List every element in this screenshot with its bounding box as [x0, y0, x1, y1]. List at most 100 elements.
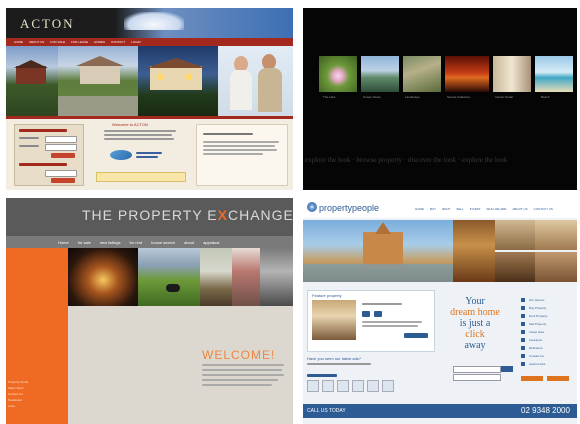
- pp-side-3[interactable]: Rent Property: [529, 314, 548, 318]
- pp-side-8[interactable]: Contact Us: [529, 354, 544, 358]
- pp-search-select-2[interactable]: [453, 374, 501, 381]
- thumb-landscape[interactable]: [403, 56, 441, 92]
- pp-footer: CALL US TODAY 02 9348 2000: [303, 404, 577, 418]
- pp-side-2[interactable]: Buy Property: [529, 306, 546, 310]
- pp-nav-buy[interactable]: BUY: [430, 207, 436, 211]
- pp-search-select-1[interactable]: [453, 366, 501, 373]
- exchange-title-prefix: THE PROPERTY E: [82, 207, 218, 223]
- exchange-side-link-4[interactable]: Newsletter: [8, 398, 22, 402]
- thumb-lake[interactable]: [361, 56, 399, 92]
- pp-hero-building: [303, 220, 453, 282]
- exchange-nav-about[interactable]: about: [184, 240, 194, 245]
- exchange-nav-new[interactable]: new listings: [100, 240, 121, 245]
- gallery-website-screenshot: The Lake Ocean Views Landscape Sunset Co…: [303, 8, 577, 190]
- acton-search-button[interactable]: [51, 153, 75, 158]
- acton-logo: ACTON: [20, 16, 75, 31]
- blossom-photo: [232, 248, 260, 306]
- pp-side-badge-1[interactable]: [521, 376, 543, 381]
- pp-hero-tower: [453, 220, 495, 282]
- pp-side-4[interactable]: Sell Property: [529, 322, 546, 326]
- acton-nav-homes[interactable]: HOMES: [94, 40, 105, 44]
- exchange-photo-strip: [68, 248, 293, 306]
- house-photo-3: [138, 46, 218, 116]
- pp-search-button[interactable]: [501, 366, 513, 372]
- exchange-side-link-1[interactable]: Property Guide: [8, 380, 28, 384]
- exchange-nav-home[interactable]: Home: [58, 240, 69, 245]
- couple-photo: [218, 46, 293, 116]
- pp-side-6[interactable]: Insurance: [529, 338, 542, 342]
- caption-2: Ocean Views: [363, 95, 381, 99]
- street-photo: [260, 248, 293, 306]
- pp-nav-about[interactable]: ABOUT US: [512, 207, 527, 211]
- house-photo-2: [58, 46, 138, 116]
- gallery-footer-text: explore the look · browse property · dis…: [305, 156, 508, 164]
- exchange-side-link-5[interactable]: Links: [8, 404, 15, 408]
- pp-stat-row: [307, 380, 403, 392]
- exchange-nav-appraisal[interactable]: appraisal: [203, 240, 219, 245]
- pp-nav-who[interactable]: WHO WE ARE: [487, 207, 507, 211]
- exchange-nav-search[interactable]: house search: [151, 240, 175, 245]
- pp-tagline-5: away: [464, 340, 486, 351]
- exchange-sidebar: Property Guide Sales Team Contact Us New…: [6, 248, 68, 424]
- caption-5: Interior Detail: [495, 95, 513, 99]
- acton-select-3[interactable]: [45, 170, 77, 177]
- pp-tagline-3: is just a: [459, 318, 491, 329]
- pp-nav: HOME BUY RENT SELL INVEST WHO WE ARE ABO…: [415, 207, 553, 211]
- pp-feature-photo[interactable]: [312, 300, 356, 340]
- acton-search-button-2[interactable]: [51, 178, 75, 183]
- pp-hero-room-4: [535, 252, 577, 282]
- exchange-nav-rent[interactable]: for rent: [129, 240, 142, 245]
- thumb-interior[interactable]: [493, 56, 531, 92]
- exchange-title-x: X: [217, 207, 228, 223]
- acton-select-2[interactable]: [45, 144, 77, 151]
- exchange-side-link-3[interactable]: Contact Us: [8, 392, 23, 396]
- pp-feature-more-button[interactable]: [404, 333, 428, 338]
- sky-cloud: [124, 12, 184, 30]
- acton-nav-sale[interactable]: FOR SALE: [50, 40, 65, 44]
- house-photo-1: [6, 46, 58, 116]
- thumb-flower[interactable]: [319, 56, 357, 92]
- pp-tagline-2: dream home: [450, 307, 500, 318]
- caption-3: Landscape: [405, 95, 420, 99]
- acton-nav-about[interactable]: ABOUT US: [29, 40, 44, 44]
- acton-search-box: [14, 124, 84, 186]
- thumb-beach[interactable]: [535, 56, 573, 92]
- pp-nav-sell[interactable]: SELL: [456, 207, 463, 211]
- pp-side-7[interactable]: Refinance: [529, 346, 543, 350]
- pp-tagline-4: click: [465, 329, 485, 340]
- acton-nav-contact[interactable]: CONTACT: [111, 40, 125, 44]
- exchange-nav-sale[interactable]: for sale: [78, 240, 91, 245]
- thumb-sunset[interactable]: [445, 56, 489, 92]
- exchange-side-link-2[interactable]: Sales Team: [8, 386, 24, 390]
- pp-tagline-1: Your: [465, 296, 485, 307]
- acton-welcome-title: Welcome to ACTON: [112, 122, 148, 127]
- caption-4: Sunset Collection: [447, 95, 471, 99]
- acton-nav-home[interactable]: HOME: [14, 40, 23, 44]
- exchange-welcome: WELCOME!: [202, 348, 276, 362]
- pp-nav-contact[interactable]: CONTACT US: [534, 207, 553, 211]
- pp-side-bullets: [521, 298, 525, 366]
- pp-side-5[interactable]: Invest Here: [529, 330, 544, 334]
- pp-side-1[interactable]: Our Homes: [529, 298, 544, 302]
- caption-1: The Lake: [323, 95, 336, 99]
- pp-nav-invest[interactable]: INVEST: [470, 207, 481, 211]
- pp-footer-right: 02 9348 2000: [521, 406, 570, 415]
- acton-photo-strip: [6, 46, 293, 116]
- pp-tagline: Your dream home is just a click away: [439, 296, 511, 351]
- acton-select-1[interactable]: [45, 136, 77, 143]
- exchange-header: THE PROPERTY EXCHANGE: [6, 198, 293, 236]
- pp-side-badge-2[interactable]: [547, 376, 569, 381]
- pp-footer-left: CALL US TODAY: [307, 408, 346, 414]
- caption-6: Beach: [541, 95, 550, 99]
- house-night-photo: [68, 248, 138, 306]
- acton-nav-login[interactable]: LOGIN: [131, 40, 140, 44]
- acton-divider: [6, 116, 293, 119]
- pp-nav-home[interactable]: HOME: [415, 207, 424, 211]
- acton-nav-lease[interactable]: FOR LEASE: [71, 40, 88, 44]
- pp-feature-title: Feature property: [312, 293, 342, 298]
- pp-nav-rent[interactable]: RENT: [442, 207, 450, 211]
- pp-newsletter: Have you seen our latest ads?: [307, 356, 362, 361]
- pp-side-9[interactable]: Useful Links: [529, 362, 545, 366]
- acton-notice: [96, 172, 186, 182]
- pp-hero: [303, 220, 577, 282]
